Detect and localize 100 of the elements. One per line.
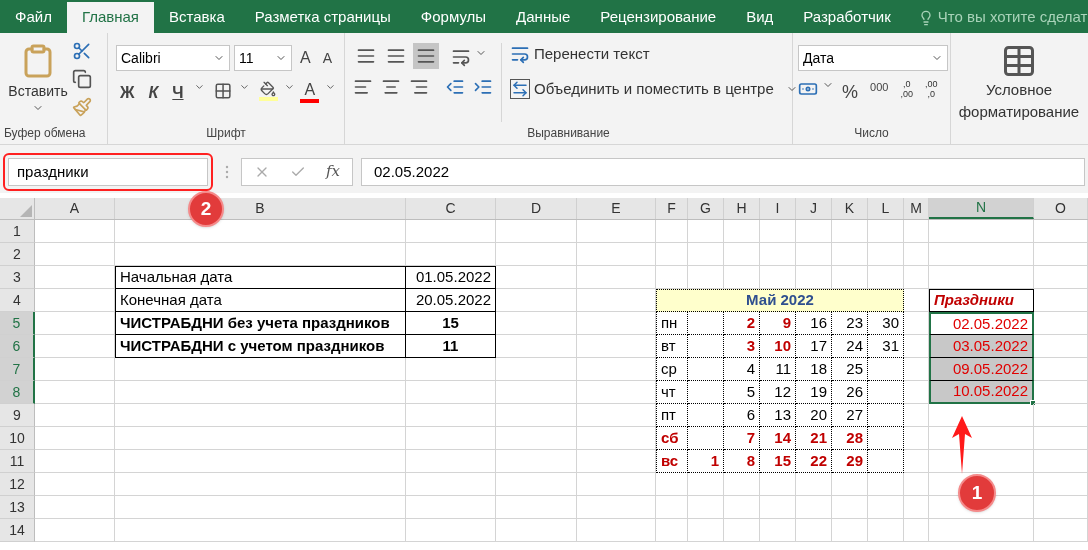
tell-me-field[interactable]: Что вы хотите сделат	[905, 2, 1088, 33]
group-label: Буфер обмена	[4, 125, 86, 142]
column-header[interactable]: L	[868, 198, 904, 219]
empty-cell	[688, 220, 724, 243]
ribbon-tab[interactable]: Вставка	[154, 2, 240, 33]
copy-icon[interactable]	[72, 69, 92, 89]
decrease-decimal-button[interactable]: ,00 ,0	[924, 79, 938, 99]
orientation-icon[interactable]	[451, 47, 471, 67]
align-center-icon[interactable]	[381, 77, 401, 97]
column-header[interactable]: F	[656, 198, 688, 219]
vertical-align-button[interactable]	[413, 43, 439, 69]
thousands-button[interactable]: 000	[866, 79, 893, 96]
table-cell: 25	[832, 358, 868, 381]
name-box[interactable]: праздники	[8, 157, 208, 186]
column-header[interactable]: I	[760, 198, 796, 219]
table-cell: 23	[832, 312, 868, 335]
row-header[interactable]: 6	[0, 335, 35, 358]
table-cell: 16	[796, 312, 832, 335]
grow-font-button[interactable]: A	[296, 46, 315, 70]
number-format-field[interactable]: Дата	[798, 45, 948, 71]
ribbon-tab[interactable]: Данные	[501, 2, 586, 33]
table-cell: 2	[724, 312, 760, 335]
table-cell: 14	[760, 427, 796, 450]
column-header[interactable]: A	[35, 198, 115, 219]
row-header[interactable]: 13	[0, 496, 35, 519]
align-left-icon[interactable]	[353, 77, 373, 97]
step-badge: 1	[958, 474, 996, 512]
table-cell: 20	[796, 404, 832, 427]
column-header[interactable]: H	[724, 198, 760, 219]
underline-button[interactable]: Ч	[168, 81, 188, 105]
shrink-font-button[interactable]: A	[318, 47, 336, 69]
wrap-text-button[interactable]: Перенести текст	[510, 43, 798, 66]
ribbon-tab[interactable]: Рецензирование	[585, 2, 732, 33]
empty-cell	[904, 427, 929, 450]
merge-center-button[interactable]: Объединить и поместить в центре	[510, 77, 798, 100]
column-header[interactable]: D	[496, 198, 577, 219]
empty-cell	[796, 496, 832, 519]
indent-increase-icon[interactable]	[473, 77, 493, 97]
table-cell: Конечная дата	[115, 289, 406, 312]
empty-cell	[656, 243, 688, 266]
italic-button[interactable]: К	[144, 81, 163, 105]
table-cell: 17	[796, 335, 832, 358]
table-cell: 30	[868, 312, 904, 335]
row-header[interactable]: 10	[0, 427, 35, 450]
borders-icon[interactable]	[214, 81, 233, 101]
row-header[interactable]: 1	[0, 220, 35, 243]
row-header[interactable]: 4	[0, 289, 35, 312]
formula-field[interactable]: 02.05.2022	[361, 157, 1085, 186]
fill-color-icon[interactable]	[259, 81, 278, 101]
empty-cell	[868, 427, 904, 450]
table-cell: 8	[724, 450, 760, 473]
insert-function-button[interactable]: fx	[326, 160, 340, 183]
table-cell: 03.05.2022	[929, 335, 1034, 358]
column-header[interactable]: N	[929, 198, 1034, 219]
empty-cell	[724, 243, 760, 266]
increase-decimal-button[interactable]: ,0 ,00	[900, 79, 913, 99]
row-header[interactable]: 9	[0, 404, 35, 427]
table-cell: 6	[724, 404, 760, 427]
font-color-button[interactable]: A	[300, 81, 320, 103]
table-cell: 31	[868, 335, 904, 358]
font-size-field[interactable]: 11	[234, 45, 292, 71]
ribbon-tab[interactable]: Разметка страницы	[239, 2, 406, 33]
row-header[interactable]: 11	[0, 450, 35, 473]
table-cell: 9	[760, 312, 796, 335]
wrap-text-icon	[510, 44, 530, 65]
empty-cell	[904, 266, 929, 289]
table-cell: 22	[796, 450, 832, 473]
row-header[interactable]: 12	[0, 473, 35, 496]
column-header[interactable]: J	[796, 198, 832, 219]
empty-cell	[868, 450, 904, 473]
ribbon-tab[interactable]: Файл	[0, 2, 67, 33]
column-header[interactable]: G	[688, 198, 724, 219]
conditional-formatting-button[interactable]: Условное форматирование	[951, 33, 1087, 144]
cut-icon[interactable]	[72, 41, 92, 61]
ribbon-tab[interactable]: Разработчик	[788, 2, 906, 33]
font-name-field[interactable]: Calibri	[116, 45, 230, 71]
row-header[interactable]: 14	[0, 519, 35, 542]
align-right-icon[interactable]	[409, 77, 429, 97]
table-cell: Начальная дата	[115, 266, 406, 289]
fill-handle[interactable]	[1030, 400, 1036, 406]
empty-cell	[796, 220, 832, 243]
table-cell: 24	[832, 335, 868, 358]
column-header[interactable]: K	[832, 198, 868, 219]
column-header[interactable]: C	[406, 198, 496, 219]
row-header[interactable]: 2	[0, 243, 35, 266]
column-header[interactable]: E	[577, 198, 656, 219]
row-header[interactable]: 5	[0, 312, 35, 335]
paste-button[interactable]: Вставить	[4, 37, 72, 122]
column-header[interactable]: O	[1034, 198, 1088, 219]
ribbon-tab[interactable]: Главная	[66, 2, 154, 33]
indent-decrease-icon[interactable]	[445, 77, 465, 97]
ribbon-tab[interactable]: Формулы	[405, 2, 502, 33]
table-cell: 02.05.2022	[929, 312, 1034, 335]
ribbon-tab[interactable]: Вид	[731, 2, 789, 33]
row-header[interactable]: 8	[0, 381, 35, 404]
bold-button[interactable]: Ж	[116, 81, 139, 105]
empty-cell	[904, 243, 929, 266]
percent-button[interactable]: %	[838, 79, 862, 106]
row-header[interactable]: 7	[0, 358, 35, 381]
row-header[interactable]: 3	[0, 266, 35, 289]
